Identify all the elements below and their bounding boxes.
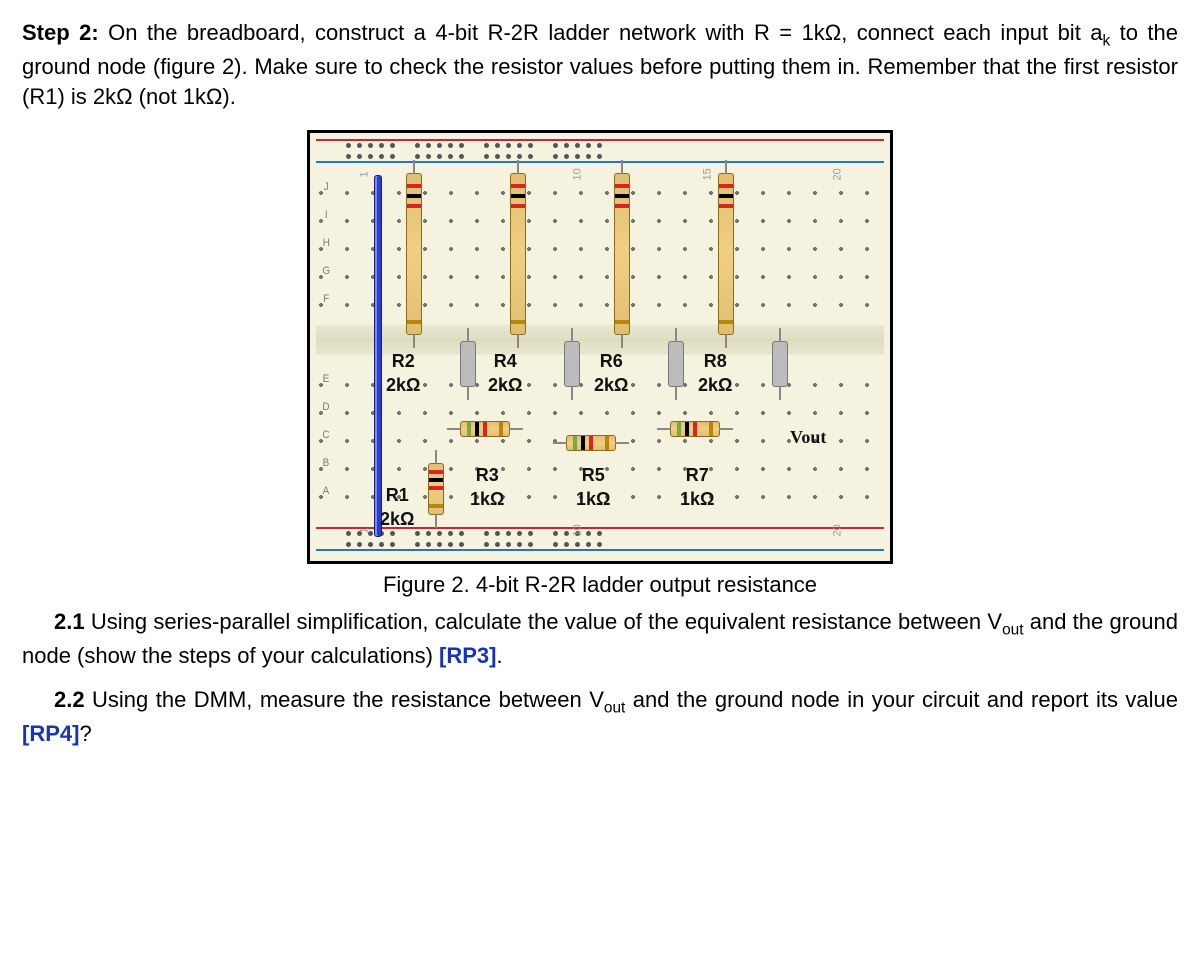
figure-caption: Figure 2. 4-bit R-2R ladder output resis… [22,570,1178,600]
q21-sub: out [1002,622,1023,639]
q22-sub: out [604,700,625,717]
q21-text-1: Using series-parallel simplification, ca… [85,609,1002,634]
step-label: Step 2: [22,20,99,45]
breadboard: J I H G F 1 10 15 20 E [307,130,893,564]
bottom-rail [316,527,884,551]
q21-dot: . [496,643,502,668]
center-gap [316,325,884,355]
q22-text-1: Using the DMM, measure the resistance be… [85,687,604,712]
step-text-1: On the breadboard, construct a 4-bit R-2… [99,20,1103,45]
row-labels-bot: E D C B A [322,365,329,505]
q22-q: ? [79,721,91,746]
q21-ref: [RP3] [439,643,496,668]
q21-num: 2.1 [54,609,85,634]
q22-ref: [RP4] [22,721,79,746]
question-2-1: 2.1 Using series-parallel simplification… [22,607,1178,671]
step2-paragraph: Step 2: On the breadboard, construct a 4… [22,18,1178,112]
q22-num: 2.2 [54,687,85,712]
lower-field: E D C B A 1 10 20 [316,361,884,521]
upper-field: J I H G F 1 10 15 20 [316,169,884,319]
question-2-2: 2.2 Using the DMM, measure the resistanc… [22,685,1178,749]
top-rail [316,139,884,163]
q22-text-2: and the ground node in your circuit and … [625,687,1178,712]
row-labels-top: J I H G F [322,173,330,313]
figure-2: J I H G F 1 10 15 20 E [22,130,1178,600]
